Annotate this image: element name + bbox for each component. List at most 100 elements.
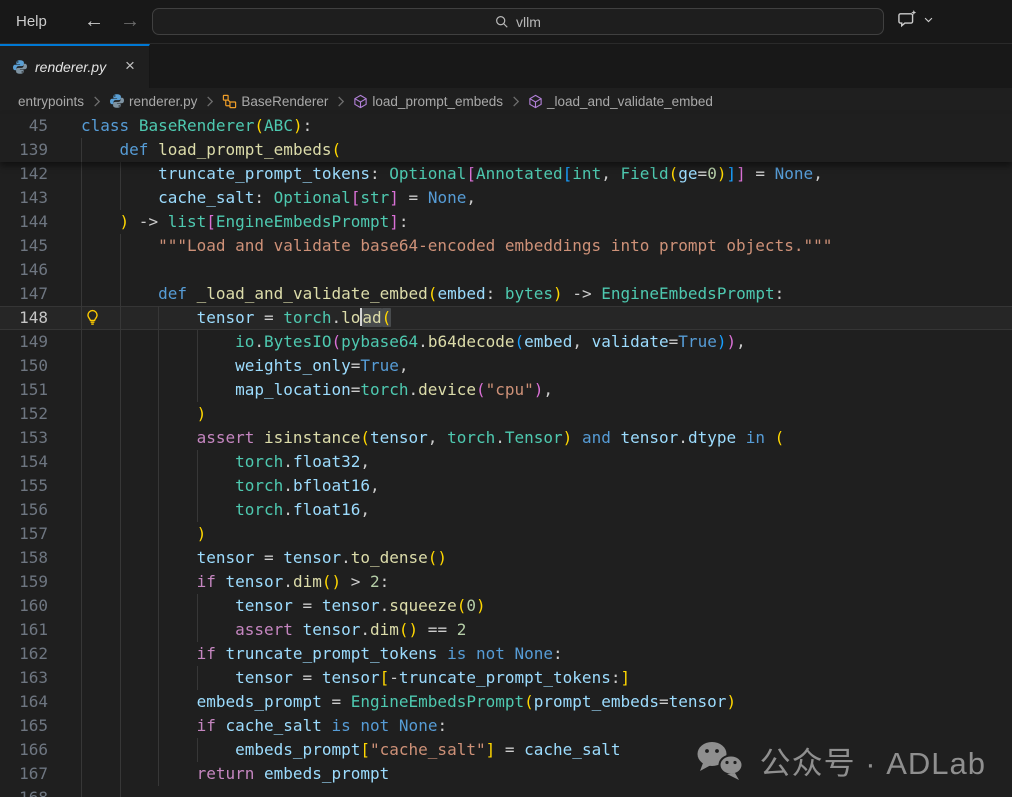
breadcrumb-item--load-and-validate-embed[interactable]: _load_and_validate_embed — [528, 94, 713, 109]
code-token: 0 — [466, 596, 476, 615]
code-token: torch — [447, 428, 495, 447]
code-token: ( — [360, 428, 370, 447]
breadcrumb-label: BaseRenderer — [241, 94, 328, 109]
code-token: True — [678, 332, 717, 351]
code-line-153[interactable]: 153 assert isinstance(tensor, torch.Tens… — [0, 426, 1012, 450]
code-line-165[interactable]: 165 if cache_salt is not None: — [0, 714, 1012, 738]
code-line-158[interactable]: 158 tensor = tensor.to_dense() — [0, 546, 1012, 570]
tab-label: renderer.py — [35, 59, 114, 75]
breadcrumb-item-renderer-py[interactable]: renderer.py — [109, 93, 197, 109]
code-token: . — [283, 452, 293, 471]
code-line-161[interactable]: 161 assert tensor.dim() == 2 — [0, 618, 1012, 642]
code-line-143[interactable]: 143 cache_salt: Optional[str] = None, — [0, 186, 1012, 210]
code-token: ) — [726, 332, 736, 351]
navigate-back-icon[interactable]: ← — [80, 0, 108, 44]
code-token: EngineEmbedsPrompt — [601, 284, 774, 303]
code-token: embeds_prompt — [197, 692, 322, 711]
copilot-chat-button[interactable] — [897, 9, 934, 30]
code-token: . — [283, 500, 293, 519]
code-token: in — [746, 428, 765, 447]
code-token: [ — [380, 668, 390, 687]
breadcrumb: entrypoints renderer.py BaseRenderer loa… — [0, 88, 1012, 114]
code-token — [505, 644, 515, 663]
code-token: ABC — [264, 116, 293, 135]
code-line-148[interactable]: 148 tensor = torch.load( — [0, 306, 1012, 330]
code-token: : — [370, 164, 389, 183]
code-line-145[interactable]: 145 """Load and validate base64-encoded … — [0, 234, 1012, 258]
code-line-154[interactable]: 154 torch.float32, — [0, 450, 1012, 474]
code-token: ( — [254, 116, 264, 135]
code-token — [129, 116, 139, 135]
code-text: torch.bfloat16, — [81, 474, 380, 498]
code-line-163[interactable]: 163 tensor = tensor[-truncate_prompt_tok… — [0, 666, 1012, 690]
code-line-160[interactable]: 160 tensor = tensor.squeeze(0) — [0, 594, 1012, 618]
code-token: not — [360, 716, 389, 735]
breadcrumb-separator-icon — [204, 95, 215, 108]
code-line-164[interactable]: 164 embeds_prompt = EngineEmbedsPrompt(p… — [0, 690, 1012, 714]
code-line-168[interactable]: 168 — [0, 786, 1012, 797]
code-token: ( — [382, 308, 392, 327]
code-token: = — [351, 356, 361, 375]
code-token: [ — [466, 164, 476, 183]
code-line-156[interactable]: 156 torch.float16, — [0, 498, 1012, 522]
sticky-scroll: 45class BaseRenderer(ABC):139 def load_p… — [0, 114, 1012, 162]
line-number: 144 — [0, 210, 48, 234]
code-line-162[interactable]: 162 if truncate_prompt_tokens is not Non… — [0, 642, 1012, 666]
code-token — [736, 428, 746, 447]
code-line-150[interactable]: 150 weights_only=True, — [0, 354, 1012, 378]
chat-sparkle-icon — [897, 9, 918, 30]
command-center-search[interactable]: vllm — [152, 8, 884, 35]
breadcrumb-item-baserenderer[interactable]: BaseRenderer — [222, 94, 328, 109]
code-token — [293, 620, 303, 639]
code-token — [148, 140, 158, 159]
code-token: if — [197, 572, 216, 591]
line-number: 143 — [0, 186, 48, 210]
code-token: if — [197, 644, 216, 663]
code-token: pybase64 — [341, 332, 418, 351]
code-line-142[interactable]: 142 truncate_prompt_tokens: Optional[Ann… — [0, 162, 1012, 186]
code-line-155[interactable]: 155 torch.bfloat16, — [0, 474, 1012, 498]
code-token: tensor — [322, 596, 380, 615]
breadcrumb-separator-icon — [335, 95, 346, 108]
code-token: , — [399, 356, 409, 375]
navigate-forward-icon[interactable]: → — [116, 0, 144, 44]
code-token — [765, 428, 775, 447]
code-token — [216, 716, 226, 735]
code-token: > — [341, 572, 370, 591]
code-token: float32 — [293, 452, 360, 471]
code-token: . — [678, 428, 688, 447]
code-line-139[interactable]: 139 def load_prompt_embeds( — [0, 138, 1012, 162]
breadcrumb-item-load-prompt-embeds[interactable]: load_prompt_embeds — [353, 94, 503, 109]
line-number: 164 — [0, 690, 48, 714]
line-number: 157 — [0, 522, 48, 546]
code-token: = — [293, 668, 322, 687]
code-line-151[interactable]: 151 map_location=torch.device("cpu"), — [0, 378, 1012, 402]
code-line-159[interactable]: 159 if tensor.dim() > 2: — [0, 570, 1012, 594]
code-token: Optional — [389, 164, 466, 183]
code-line-149[interactable]: 149 io.BytesIO(pybase64.b64decode(embed,… — [0, 330, 1012, 354]
code-line-45[interactable]: 45class BaseRenderer(ABC): — [0, 114, 1012, 138]
close-icon[interactable]: × — [121, 58, 139, 76]
code-editor: 45class BaseRenderer(ABC):139 def load_p… — [0, 114, 1012, 797]
code-text: return embeds_prompt — [81, 762, 389, 786]
code-token: ] — [736, 164, 746, 183]
code-line-146[interactable]: 146 — [0, 258, 1012, 282]
code-token: = — [669, 332, 679, 351]
code-token: def — [158, 284, 187, 303]
code-line-157[interactable]: 157 ) — [0, 522, 1012, 546]
tab-renderer-py[interactable]: renderer.py × — [0, 44, 150, 88]
code-token: return — [197, 764, 255, 783]
line-number: 160 — [0, 594, 48, 618]
code-token: dim — [370, 620, 399, 639]
code-line-147[interactable]: 147 def _load_and_validate_embed(embed: … — [0, 282, 1012, 306]
code-token: = — [351, 380, 361, 399]
code-line-144[interactable]: 144 ) -> list[EngineEmbedsPrompt]: — [0, 210, 1012, 234]
breadcrumb-item-entrypoints[interactable]: entrypoints — [18, 94, 84, 109]
code-line-152[interactable]: 152 ) — [0, 402, 1012, 426]
code-token: : — [254, 188, 273, 207]
code-token: cache_salt — [226, 716, 322, 735]
code-token: 2 — [457, 620, 467, 639]
code-token: tensor — [235, 668, 293, 687]
menu-item-help[interactable]: Help — [10, 0, 53, 44]
code-token — [187, 284, 197, 303]
